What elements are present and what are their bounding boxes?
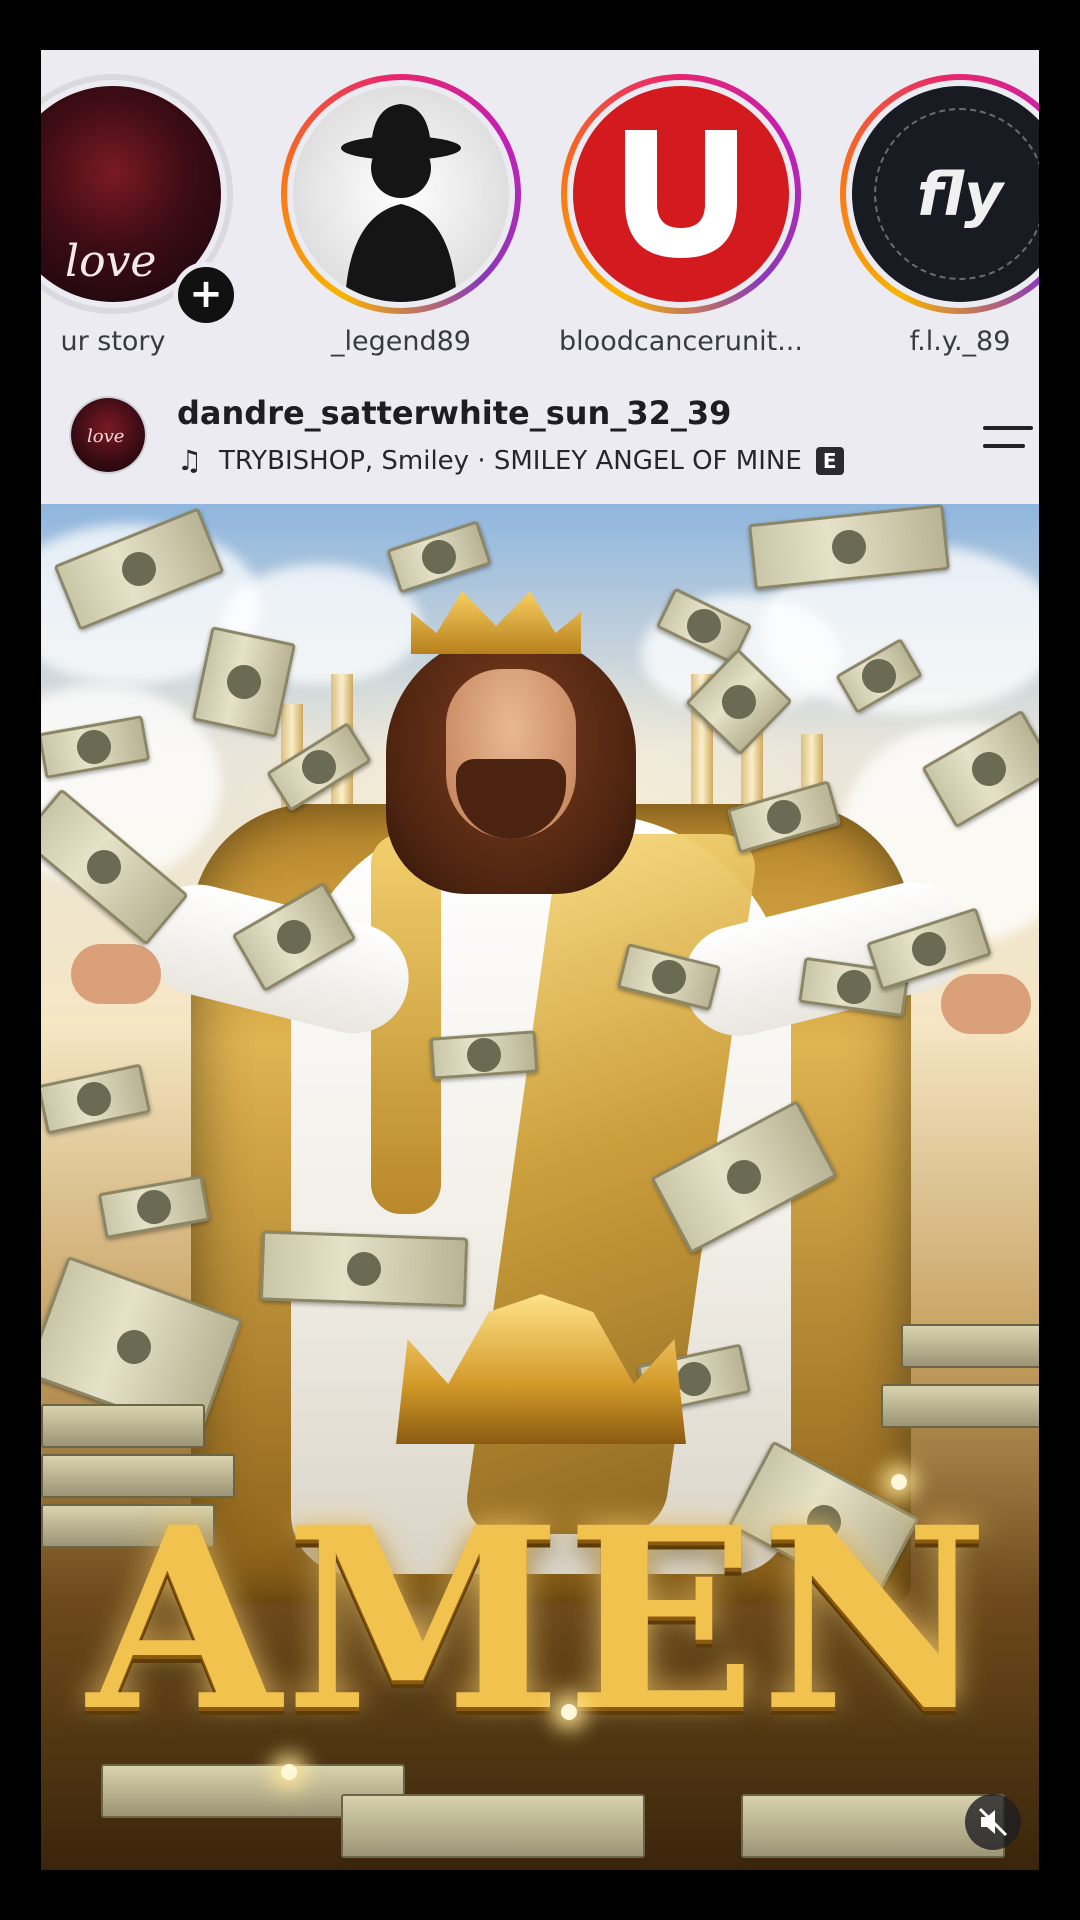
instagram-feed-screen: love + ur story _legend89 bloodcanceruni… [41, 50, 1039, 1870]
post-author-avatar[interactable]: love [71, 398, 145, 472]
fly-logo-text: fly [916, 160, 1004, 230]
stories-tray[interactable]: love + ur story _legend89 bloodcanceruni… [41, 50, 1039, 370]
story-your-story[interactable]: love + ur story [41, 64, 243, 364]
story-ring [281, 74, 521, 314]
avatar-love-text: love [65, 236, 157, 287]
story-ring [561, 74, 801, 314]
story-label: _legend89 [331, 326, 471, 357]
post-image[interactable]: AMEN [41, 504, 1039, 1870]
blood-drop-logo-icon [625, 130, 737, 258]
story-ring: fly [840, 74, 1039, 314]
story-label: ur story [60, 326, 166, 357]
story-bloodcancerunit[interactable]: bloodcancerunit... [551, 64, 811, 364]
story-label: bloodcancerunit... [559, 326, 803, 357]
story-label: f.l.y._89 [909, 326, 1011, 357]
add-story-plus-icon[interactable]: + [173, 262, 239, 328]
speaker-muted-icon[interactable] [965, 1794, 1021, 1850]
story-fly89[interactable]: fly f.l.y._89 [830, 64, 1039, 364]
story-avatar [573, 86, 789, 302]
audio-track-label: TRYBISHOP, Smiley · SMILEY ANGEL OF MINE [219, 445, 802, 476]
story-legend89[interactable]: _legend89 [271, 64, 531, 364]
phone-frame: love + ur story _legend89 bloodcanceruni… [0, 0, 1080, 1920]
crown-icon [411, 591, 581, 654]
silhouette-avatar-image [341, 104, 461, 302]
post-username[interactable]: dandre_satterwhite_sun_32_39 [177, 394, 731, 432]
menu-icon[interactable] [983, 420, 1033, 456]
explicit-badge: E [815, 446, 844, 475]
post-audio-track[interactable]: ♫ TRYBISHOP, Smiley · SMILEY ANGEL OF MI… [177, 444, 844, 477]
avatar-love-text: love [87, 426, 125, 447]
post-header: love dandre_satterwhite_sun_32_39 ♫ TRYB… [41, 380, 1039, 504]
amen-title-text: AMEN [87, 1472, 993, 1766]
music-note-icon: ♫ [177, 444, 203, 477]
story-avatar [293, 86, 509, 302]
